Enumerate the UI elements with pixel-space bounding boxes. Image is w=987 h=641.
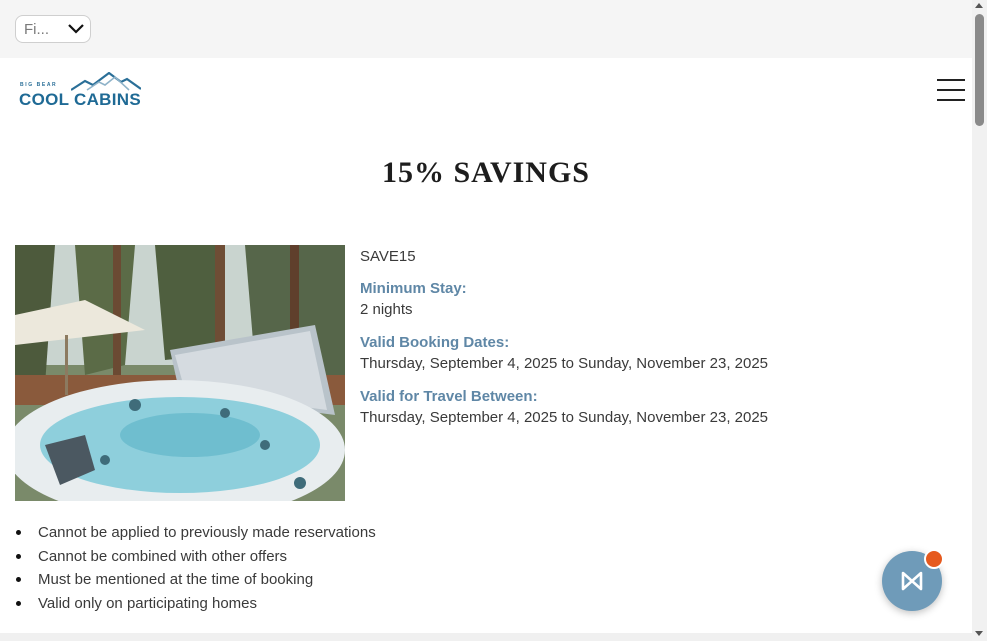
page-title: 15% SAVINGS [381,156,590,189]
chat-logo-icon [901,571,923,591]
conditions-list: Cannot be applied to previously made res… [15,521,376,615]
chat-notification-badge [924,549,944,569]
language-select[interactable]: Fi... [15,15,91,43]
scroll-up-arrow-icon[interactable] [975,3,983,8]
logo-tagline: BIG BEAR [20,82,58,88]
chevron-down-icon [68,24,84,34]
travel-dates-value: Thursday, September 4, 2025 to Sunday, N… [360,409,769,426]
travel-dates-label: Valid for Travel Between: [360,388,538,405]
minimum-stay-label: Minimum Stay: [360,280,467,297]
scrollbar-thumb[interactable] [975,14,984,126]
list-item: Cannot be applied to previously made res… [15,521,376,545]
top-bar: Fi... [0,0,972,58]
mountain-logo-icon [71,72,141,91]
booking-dates-value: Thursday, September 4, 2025 to Sunday, N… [360,355,769,372]
page-scrollbar[interactable] [972,0,987,641]
logo-wordmark: COOL CABINS [19,90,141,109]
booking-dates-label: Valid Booking Dates: [360,334,510,351]
list-item: Must be mentioned at the time of booking [15,568,376,592]
minimum-stay-value: 2 nights [360,301,413,318]
language-select-value: Fi... [24,20,49,38]
site-header: BIG BEAR COOL CABINS [0,58,972,128]
list-item: Cannot be combined with other offers [15,545,376,569]
hot-tub-photo [15,245,345,501]
promo-details: SAVE15 Minimum Stay: 2 nights Valid Book… [360,246,960,429]
promo-code: SAVE15 [360,248,416,265]
scroll-down-arrow-icon[interactable] [975,631,983,636]
hamburger-menu-icon[interactable] [937,79,965,101]
footer-strip [0,633,972,641]
site-logo[interactable]: BIG BEAR COOL CABINS [19,72,144,110]
list-item: Valid only on participating homes [15,592,376,616]
